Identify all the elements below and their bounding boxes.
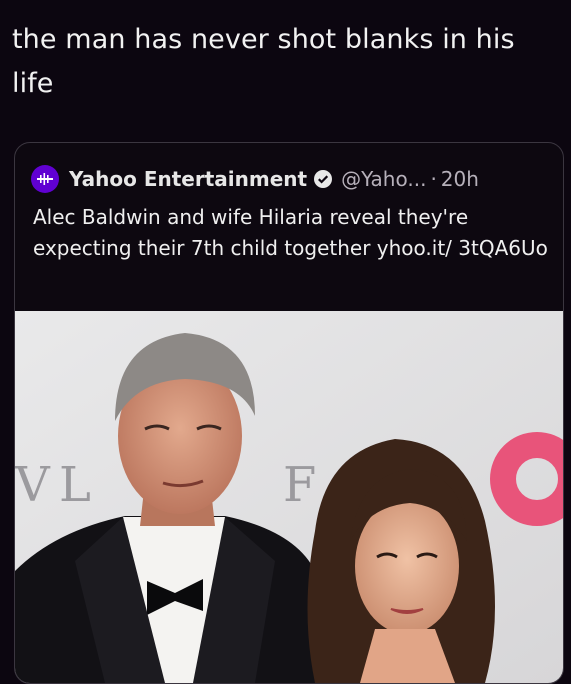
couple-photo-illustration: V L F [15,311,563,683]
tweet-text: Alec Baldwin and wife Hilaria reveal the… [33,205,548,260]
post-caption: the man has never shot blanks in his lif… [12,24,515,99]
yahoo-logo-icon[interactable] [31,165,59,193]
tweet-separator: · [430,167,437,191]
tweet-timestamp[interactable]: 20h [441,167,479,191]
svg-text:F: F [283,457,316,513]
tweet-handle[interactable]: @Yaho... [341,167,426,191]
tweet-author-name[interactable]: Yahoo Entertainment [69,167,307,191]
svg-text:L: L [59,457,91,513]
verified-badge-icon [314,170,333,188]
tweet-header: Yahoo Entertainment @Yaho... · 20h [31,165,479,193]
embedded-tweet-card[interactable]: Yahoo Entertainment @Yaho... · 20h Alec … [14,142,564,684]
tweet-photo[interactable]: V L F [15,311,563,683]
svg-text:V: V [15,457,51,513]
